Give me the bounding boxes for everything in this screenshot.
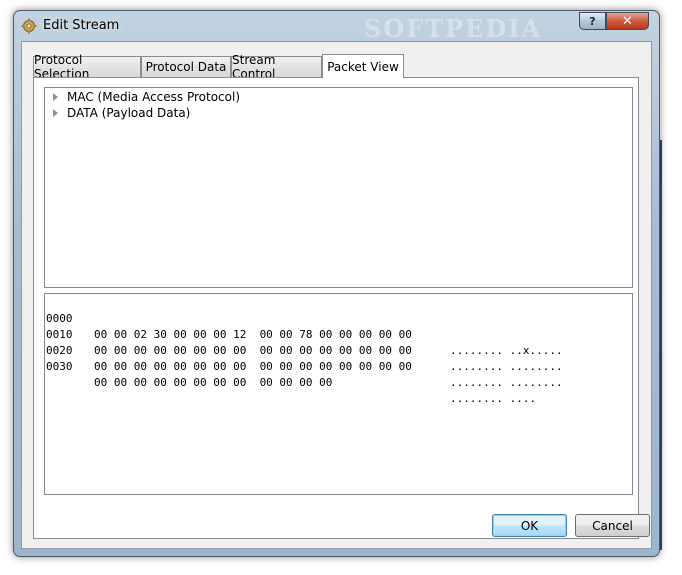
ok-button-label: OK bbox=[520, 518, 539, 533]
hex-row: 0030 00 00 00 00 00 00 00 00 00 00 00 00… bbox=[46, 343, 536, 405]
tree-item-data[interactable]: DATA (Payload Data) bbox=[51, 105, 190, 121]
help-button[interactable]: ? bbox=[579, 12, 606, 30]
tab-label: Protocol Data bbox=[145, 60, 227, 74]
tab-protocol-data[interactable]: Protocol Data bbox=[141, 56, 231, 77]
packet-view-panel: MAC (Media Access Protocol) DATA (Payloa… bbox=[33, 77, 639, 539]
tab-label: Packet View bbox=[327, 59, 399, 74]
watermark: SOFTPEDIA bbox=[364, 14, 543, 43]
tab-stream-control[interactable]: Stream Control bbox=[231, 53, 322, 81]
expand-arrow-icon[interactable] bbox=[53, 93, 58, 101]
protocol-tree[interactable]: MAC (Media Access Protocol) DATA (Payloa… bbox=[44, 87, 633, 288]
cancel-button-label: Cancel bbox=[592, 518, 633, 533]
tab-packet-view[interactable]: Packet View bbox=[322, 54, 404, 78]
tree-item-label: DATA (Payload Data) bbox=[67, 106, 191, 120]
hex-ascii: ........ ..x..... bbox=[450, 344, 563, 357]
hex-ascii: ........ .... bbox=[450, 392, 537, 405]
expand-arrow-icon[interactable] bbox=[53, 109, 58, 117]
hex-bytes: 00 00 00 00 00 00 00 00 00 00 00 00 bbox=[94, 376, 333, 389]
hex-bytes: 00 00 00 00 00 00 00 00 00 00 00 00 00 0… bbox=[94, 344, 412, 357]
hex-ascii: ........ ........ bbox=[450, 376, 563, 389]
tree-item-label: MAC (Media Access Protocol) bbox=[67, 90, 241, 104]
gear-icon bbox=[21, 18, 37, 34]
hex-bytes: 00 00 02 30 00 00 00 12 00 00 78 00 00 0… bbox=[94, 328, 412, 341]
hex-bytes: 00 00 00 00 00 00 00 00 00 00 00 00 00 0… bbox=[94, 360, 412, 373]
edit-stream-dialog: SOFTPEDIA Edit Stream ? ✕ Protocol Selec… bbox=[13, 10, 660, 557]
window-title: Edit Stream bbox=[43, 18, 120, 33]
close-button[interactable]: ✕ bbox=[606, 12, 649, 30]
help-icon: ? bbox=[589, 14, 596, 28]
hex-row: 0020 00 00 00 00 00 00 00 00 00 00 00 00… bbox=[46, 327, 563, 389]
hex-ascii: ........ ........ bbox=[450, 360, 563, 373]
close-icon: ✕ bbox=[622, 13, 633, 29]
cancel-button[interactable]: Cancel bbox=[575, 514, 650, 537]
hex-offset: 0030 bbox=[46, 360, 73, 373]
tab-protocol-selection[interactable]: Protocol Selection bbox=[33, 53, 141, 81]
dialog-client-area: Protocol Selection Protocol Data Stream … bbox=[21, 41, 652, 549]
title-bar[interactable]: SOFTPEDIA Edit Stream ? ✕ bbox=[14, 11, 659, 43]
tree-item-mac[interactable]: MAC (Media Access Protocol) bbox=[51, 89, 240, 105]
hex-row: 0000 00 00 02 30 00 00 00 12 00 00 78 00… bbox=[46, 295, 563, 357]
hex-row: 0010 00 00 00 00 00 00 00 00 00 00 00 00… bbox=[46, 311, 563, 373]
hex-dump-view[interactable]: 0000 00 00 02 30 00 00 00 12 00 00 78 00… bbox=[44, 293, 633, 495]
ok-button[interactable]: OK bbox=[492, 514, 567, 537]
